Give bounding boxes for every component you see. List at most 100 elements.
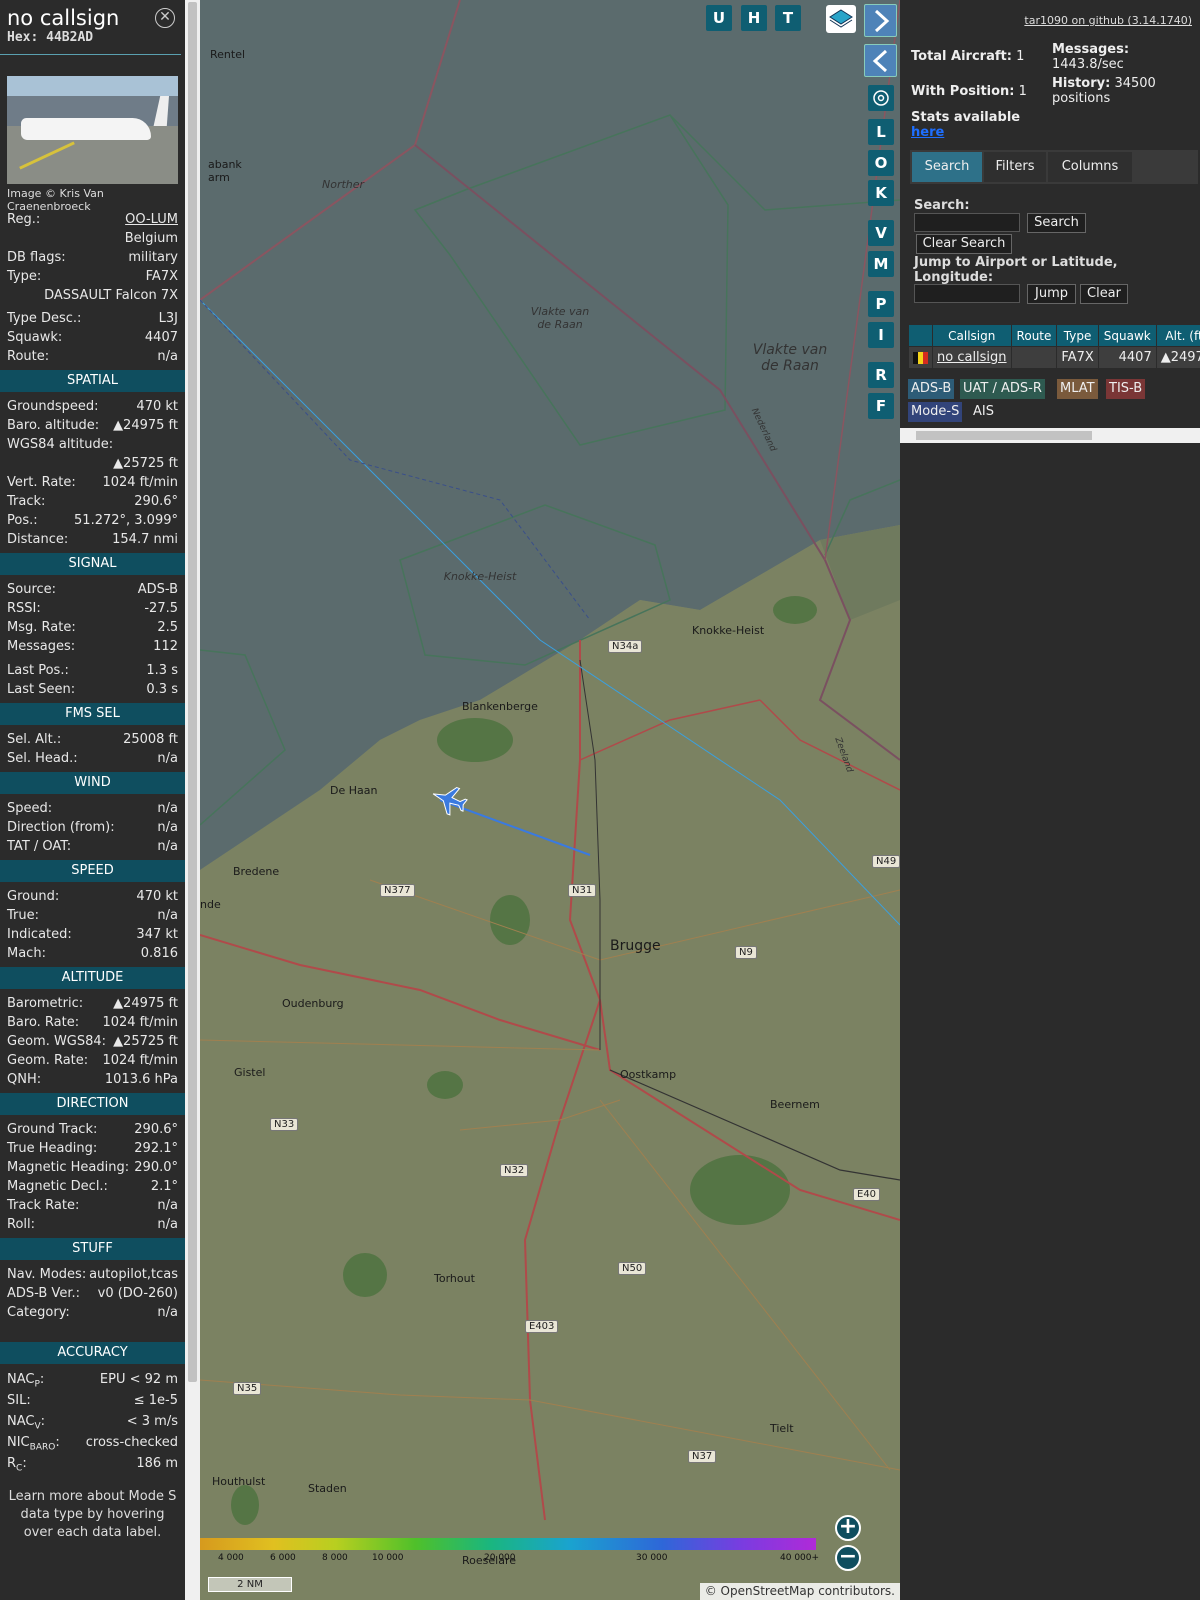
section-header-direction: DIRECTION bbox=[0, 1093, 185, 1115]
info-value: ▲24975 ft bbox=[113, 418, 178, 433]
with-position-label: With Position: bbox=[911, 84, 1015, 99]
info-label: Vert. Rate: bbox=[7, 475, 76, 490]
zoom-out-button[interactable]: − bbox=[835, 1545, 861, 1571]
search-input[interactable] bbox=[914, 213, 1020, 232]
info-label: Baro. altitude: bbox=[7, 418, 100, 433]
next-arrow-icon[interactable] bbox=[864, 4, 897, 37]
altitude-tick: 40 000+ bbox=[780, 1553, 820, 1563]
toggle-m-button[interactable]: M bbox=[868, 251, 894, 277]
info-label: Pos.: bbox=[7, 513, 38, 528]
learn-more-text: Learn more about Mode S data type by hov… bbox=[8, 1489, 177, 1540]
info-label: Magnetic Decl.: bbox=[7, 1179, 108, 1194]
github-link[interactable]: tar1090 on github (3.14.1740) bbox=[1024, 14, 1192, 27]
info-row: Nav. Modes: autopilot,tcas bbox=[0, 1265, 185, 1284]
map-canvas bbox=[200, 0, 900, 1600]
stats-link[interactable]: here bbox=[911, 125, 944, 140]
info-label: Type: bbox=[7, 269, 42, 284]
info-value: -27.5 bbox=[144, 601, 178, 616]
map-label: Knokke-Heist bbox=[443, 570, 517, 583]
osm-link[interactable]: OpenStreetMap bbox=[721, 1584, 815, 1598]
info-label: Baro. Rate: bbox=[7, 1015, 80, 1030]
registration-link[interactable]: OO-LUM bbox=[125, 210, 178, 229]
info-label: Magnetic Heading: bbox=[7, 1160, 130, 1175]
toggle-i-button[interactable]: I bbox=[868, 322, 894, 348]
map-label: Norther bbox=[322, 178, 365, 191]
toggle-v-button[interactable]: V bbox=[868, 220, 894, 246]
info-value: n/a bbox=[157, 1217, 178, 1232]
column-header-flag[interactable] bbox=[908, 324, 933, 347]
prev-arrow-icon[interactable] bbox=[864, 44, 897, 77]
stats-label: Stats available bbox=[911, 110, 1021, 125]
section-header-accuracy: ACCURACY bbox=[0, 1342, 185, 1364]
toggle-k-button[interactable]: K bbox=[868, 180, 894, 206]
info-panel-scrollbar[interactable] bbox=[185, 0, 200, 1600]
row-squawk: 4407 bbox=[1097, 346, 1157, 369]
toggle-r-button[interactable]: R bbox=[868, 362, 894, 388]
tab-filters[interactable]: Filters bbox=[984, 152, 1046, 182]
toggle-f-button[interactable]: F bbox=[868, 393, 894, 419]
section-header-speed: SPEED bbox=[0, 860, 185, 882]
info-value: 25008 ft bbox=[123, 732, 178, 747]
row-route bbox=[1010, 346, 1058, 369]
aircraft-basic-info: Reg.: OO-LUM Belgium DB flags: military Type:… bbox=[0, 210, 185, 366]
clear-button[interactable]: Clear bbox=[1080, 284, 1128, 304]
info-value: 51.272°, 3.099° bbox=[74, 513, 178, 528]
info-value: autopilot,tcas bbox=[89, 1267, 178, 1282]
map-scale: 2 NM bbox=[208, 1577, 292, 1592]
table-row[interactable]: no callsign FA7X 4407 ▲24975 bbox=[908, 346, 1200, 369]
column-header-squawk[interactable]: Squawk bbox=[1097, 324, 1157, 347]
flag-icon bbox=[908, 346, 933, 369]
info-value: n/a bbox=[157, 751, 178, 766]
info-value: 2.1° bbox=[150, 1179, 178, 1194]
map-label: Oudenburg bbox=[282, 997, 344, 1010]
info-row: Track Rate: n/a bbox=[0, 1196, 185, 1215]
info-value: ▲24975 ft bbox=[113, 996, 178, 1011]
info-label: Indicated: bbox=[7, 927, 72, 942]
column-header-altitude[interactable]: Alt. (ft) bbox=[1155, 324, 1200, 347]
aircraft-photo[interactable] bbox=[7, 76, 178, 184]
info-row: Track: 290.6° bbox=[0, 492, 185, 511]
column-header-route[interactable]: Route bbox=[1010, 324, 1058, 347]
row-callsign[interactable]: no callsign bbox=[932, 346, 1012, 369]
accuracy-section: ACCURACY NACP: EPU < 92 m SIL: ≤ 1e-5 NACV: < … bbox=[0, 1342, 185, 1474]
column-header-callsign[interactable]: Callsign bbox=[932, 324, 1012, 347]
toggle-o-button[interactable]: O bbox=[868, 150, 894, 176]
altitude-legend-bar bbox=[200, 1538, 816, 1550]
tab-columns[interactable]: Columns bbox=[1048, 152, 1132, 182]
info-label: Category: bbox=[7, 1305, 70, 1320]
source-badge-adsb: ADS-B bbox=[908, 379, 955, 399]
info-value: n/a bbox=[157, 839, 178, 854]
info-row: Route: n/a bbox=[0, 347, 185, 366]
source-badge-ais: AIS bbox=[973, 404, 994, 419]
source-badge-uat: UAT / ADS-R bbox=[960, 379, 1045, 399]
info-value: v0 (DO-260) bbox=[97, 1286, 178, 1301]
info-row: DASSAULT Falcon 7X bbox=[0, 286, 185, 305]
info-label: QNH: bbox=[7, 1072, 42, 1087]
search-button[interactable]: Search bbox=[1027, 213, 1086, 233]
table-horizontal-scrollbar[interactable] bbox=[900, 428, 1200, 443]
toggle-p-button[interactable]: P bbox=[868, 291, 894, 317]
zoom-in-button[interactable]: + bbox=[835, 1515, 861, 1541]
road-badge: N31 bbox=[568, 884, 597, 897]
road-badge: N37 bbox=[688, 1450, 717, 1463]
map-attribution: © OpenStreetMap contributors. bbox=[699, 1583, 900, 1600]
settings-gear-icon[interactable] bbox=[868, 85, 894, 111]
road-badge: N49 bbox=[872, 855, 900, 868]
toggle-u-button[interactable]: U bbox=[706, 5, 732, 31]
map-view[interactable]: Rentel Norther Vlakte van de Raan Vlakte… bbox=[200, 0, 900, 1600]
toggle-t-button[interactable]: T bbox=[775, 5, 801, 31]
jump-input[interactable] bbox=[914, 284, 1020, 303]
tab-search[interactable]: Search bbox=[912, 152, 982, 182]
toggle-l-button[interactable]: L bbox=[868, 119, 894, 145]
map-label: Rentel bbox=[210, 48, 246, 61]
info-row: Magnetic Decl.: 2.1° bbox=[0, 1177, 185, 1196]
layers-icon[interactable] bbox=[826, 5, 856, 33]
info-row: Geom. Rate: 1024 ft/min bbox=[0, 1051, 185, 1070]
close-icon[interactable]: ✕ bbox=[155, 8, 175, 28]
info-row: SIL: ≤ 1e-5 bbox=[0, 1390, 185, 1411]
toggle-h-button[interactable]: H bbox=[741, 5, 767, 31]
info-label: RC: bbox=[7, 1456, 27, 1474]
clear-search-button[interactable]: Clear Search bbox=[916, 234, 1012, 254]
column-header-type[interactable]: Type bbox=[1056, 324, 1099, 347]
jump-button[interactable]: Jump bbox=[1027, 284, 1076, 304]
